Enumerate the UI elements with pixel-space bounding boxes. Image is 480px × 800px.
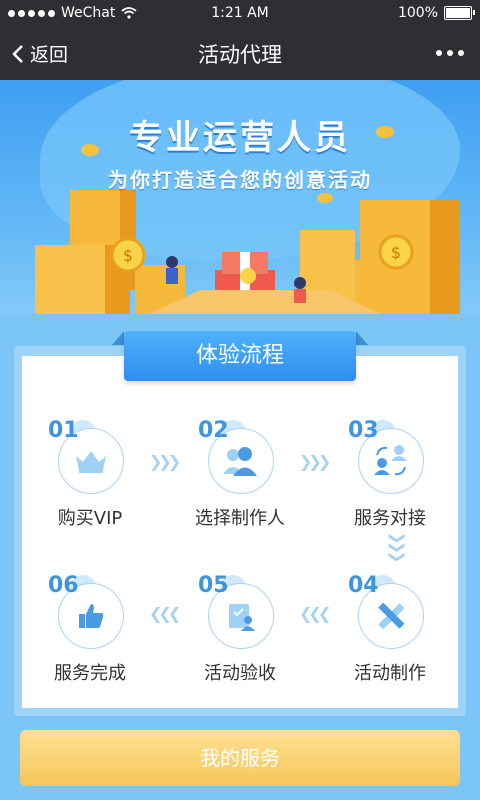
clipboard-person-icon [229,604,255,631]
hero-banner: $ $ 专业运营人员 为你打造适合您的创意活动 [0,80,480,314]
banner-headline: 专业运营人员 [129,118,351,158]
step-label: 服务完成 [54,663,126,684]
step-label: 选择制作人 [195,508,285,529]
step-number: 03 [348,418,379,443]
step-service-complete: 06 服务完成 [30,573,150,693]
arrow-right-icon: ❯❯❯ [149,452,181,471]
step-service-connect: 03 服务对接 [330,418,450,538]
process-title: 体验流程 [124,331,356,381]
thumbs-up-icon [79,604,104,628]
status-right: 100% [397,5,475,21]
users-icon [223,447,257,476]
step-number: 01 [48,418,79,443]
step-choose-producer: 02 选择制作人 [180,418,300,538]
step-activity-production: 04 活动制作 [330,573,450,693]
step-buy-vip: 01 购买VIP [30,418,150,538]
step-number: 04 [348,573,379,598]
exchange-people-icon [374,445,407,476]
step-number: 06 [48,573,79,598]
banner-subline: 为你打造适合您的创意活动 [108,168,372,192]
arrow-down-icon: ❯❯❯ [388,531,408,560]
battery-icon [444,6,475,20]
step-label: 购买VIP [57,508,123,529]
page-title: 活动代理 [198,43,282,67]
step-number: 05 [198,573,229,598]
title-tab-left-ear [112,331,124,345]
step-label: 活动制作 [354,663,426,684]
arrow-right-icon: ❯❯❯ [299,452,331,471]
step-acceptance: 05 活动验收 [180,573,300,693]
nav-bar: 返回 活动代理 [0,26,480,80]
step-label: 服务对接 [354,508,426,529]
pencil-ruler-icon [378,602,405,630]
more-menu-button[interactable] [436,50,464,56]
title-tab-right-ear [356,331,368,345]
svg-text:$: $ [391,243,401,262]
crown-icon [76,451,106,473]
status-bar: WeChat 1:21 AM 100% [0,0,480,26]
step-label: 活动验收 [204,663,276,684]
arrow-left-icon: ❮❮❮ [299,604,331,623]
battery-percent: 100% [397,5,438,21]
svg-text:$: $ [123,246,133,265]
step-number: 02 [198,418,229,443]
arrow-left-icon: ❮❮❮ [149,604,181,623]
my-services-button[interactable]: 我的服务 [20,730,460,786]
